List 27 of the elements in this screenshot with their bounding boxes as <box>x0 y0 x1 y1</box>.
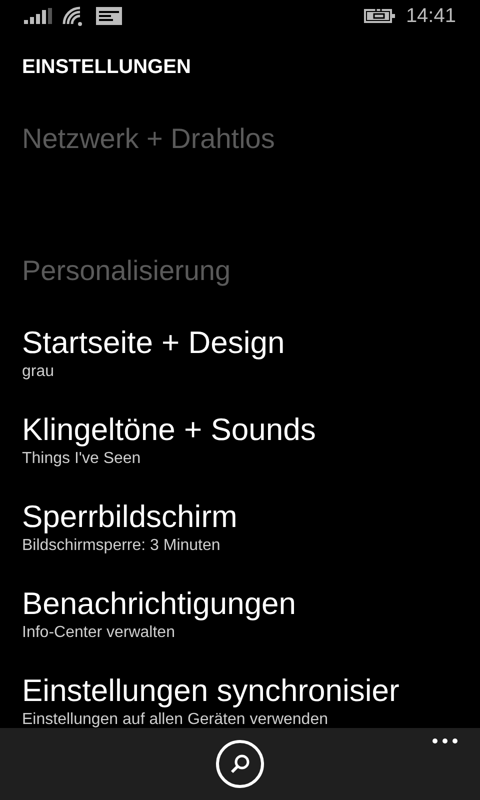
message-icon <box>96 7 122 25</box>
settings-item[interactable]: Benachrichtigungen Info-Center verwalten <box>22 585 458 643</box>
search-button[interactable] <box>216 740 264 788</box>
page-title: EINSTELLUNGEN <box>22 55 192 80</box>
settings-item[interactable]: Sperrbildschirm Bildschirmsperre: 3 Minuten <box>22 498 458 556</box>
settings-item[interactable]: Einstellungen synchronisier Einstellungen auf allen Geräten verwenden <box>22 672 458 728</box>
item-subtitle: grau <box>22 362 54 382</box>
item-title: Benachrichtigungen <box>22 585 296 623</box>
clock-time: 14:41 <box>406 4 456 29</box>
item-subtitle: Things I've Seen <box>22 449 141 469</box>
more-button[interactable] <box>430 736 460 746</box>
item-title: Startseite + Design <box>22 324 285 362</box>
item-title: Klingeltöne + Sounds <box>22 411 316 449</box>
item-subtitle: Bildschirmsperre: 3 Minuten <box>22 536 220 556</box>
battery-charging-icon <box>364 8 396 24</box>
item-subtitle: Einstellungen auf allen Geräten verwenden <box>22 710 328 728</box>
section-header: Personalisierung <box>22 254 232 288</box>
item-title: Sperrbildschirm <box>22 498 238 536</box>
item-subtitle: Info-Center verwalten <box>22 623 175 643</box>
section-header: Netzwerk + Drahtlos <box>22 122 276 156</box>
search-icon <box>229 753 251 775</box>
wifi-icon <box>62 6 84 26</box>
settings-item[interactable]: Startseite + Design grau <box>22 324 458 382</box>
settings-item[interactable]: Klingeltöne + Sounds Things I've Seen <box>22 411 458 469</box>
more-icon <box>432 738 458 744</box>
signal-icon <box>24 8 52 24</box>
item-title: Einstellungen synchronisier <box>22 672 400 710</box>
